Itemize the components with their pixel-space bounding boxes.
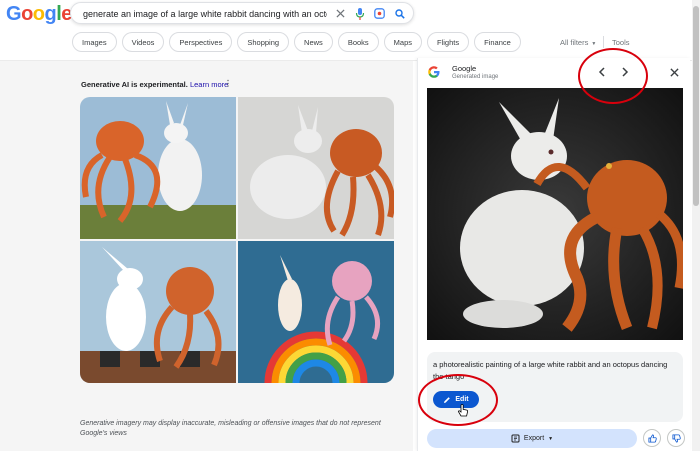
thumbs-up-button[interactable] <box>643 429 661 447</box>
generated-image-3[interactable] <box>80 241 236 383</box>
learn-more-link[interactable]: Learn more <box>190 80 228 89</box>
all-filters-button[interactable]: All filters ▼ <box>560 38 596 47</box>
lens-icon[interactable] <box>372 6 387 21</box>
thumbs-down-icon <box>671 433 681 443</box>
caret-down-icon: ▼ <box>548 435 554 442</box>
all-filters-label: All filters <box>560 38 589 47</box>
close-icon <box>669 67 679 77</box>
panel-source-title: Google <box>452 64 477 73</box>
caret-down-icon: ▼ <box>591 41 597 47</box>
google-g-icon <box>427 65 441 79</box>
chip-news[interactable]: News <box>294 32 333 52</box>
ai-label-text: Generative AI is experimental. <box>81 80 188 89</box>
search-input[interactable] <box>83 6 327 21</box>
chip-flights[interactable]: Flights <box>427 32 470 52</box>
chip-shopping[interactable]: Shopping <box>237 32 290 52</box>
export-label: Export <box>523 435 545 442</box>
generated-image-grid <box>80 97 394 383</box>
search-box[interactable] <box>70 2 414 24</box>
thumbs-up-icon <box>647 433 657 443</box>
search-icon[interactable] <box>392 6 407 21</box>
chip-books[interactable]: Books <box>337 32 379 52</box>
annotation-circle-nav <box>578 48 648 104</box>
more-options-icon[interactable]: ⋮ <box>224 79 232 88</box>
mic-icon[interactable] <box>352 6 367 21</box>
thumbs-down-button[interactable] <box>667 429 685 447</box>
export-button[interactable]: Export ▼ <box>427 429 637 448</box>
export-icon <box>511 434 520 443</box>
ai-disclaimer: Generative imagery may display inaccurat… <box>80 420 381 437</box>
chip-maps[interactable]: Maps <box>383 32 423 52</box>
chip-finance[interactable]: Finance <box>474 32 521 52</box>
chip-images[interactable]: Images <box>72 32 117 52</box>
filter-chips: Images Videos Perspectives Shopping News… <box>72 32 521 52</box>
annotation-circle-edit <box>418 374 498 426</box>
divider <box>603 36 604 48</box>
selected-generated-image[interactable] <box>427 88 683 340</box>
google-logo[interactable]: Google <box>6 3 72 26</box>
generated-image-2[interactable] <box>238 97 394 239</box>
clear-icon[interactable] <box>333 6 348 21</box>
chip-videos[interactable]: Videos <box>121 32 165 52</box>
tools-button[interactable]: Tools <box>612 38 630 47</box>
generated-image-1[interactable] <box>80 97 236 239</box>
scrollbar-thumb[interactable] <box>693 6 699 206</box>
chip-perspectives[interactable]: Perspectives <box>169 32 233 52</box>
ai-experimental-label: Generative AI is experimental. Learn mor… <box>81 80 228 89</box>
generated-image-4[interactable] <box>238 241 394 383</box>
close-panel-button[interactable] <box>666 64 682 80</box>
panel-subtitle: Generated image <box>452 74 499 80</box>
